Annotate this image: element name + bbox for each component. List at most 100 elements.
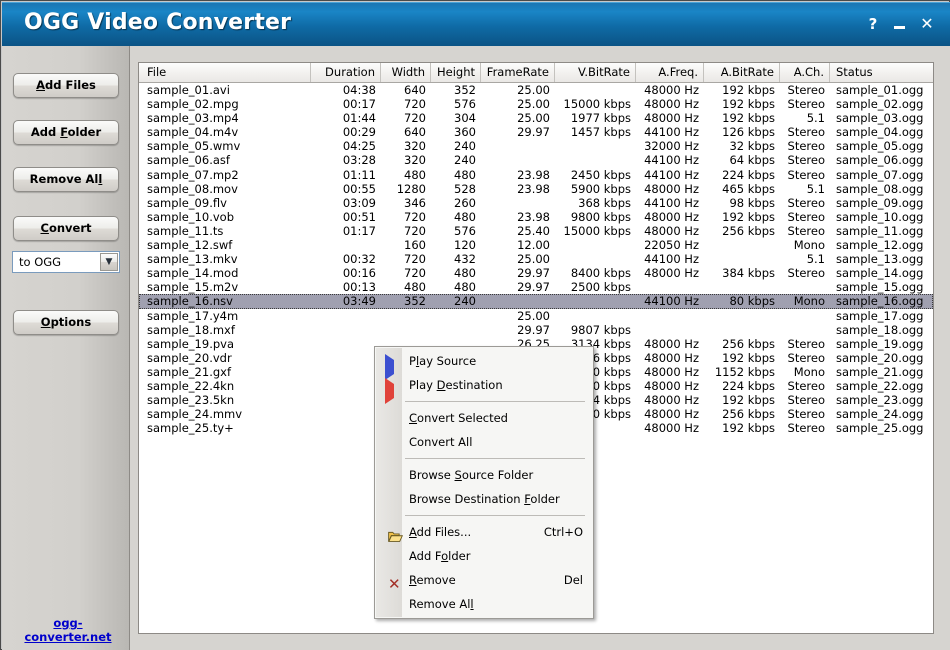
add-folder-button[interactable]: Add Folder xyxy=(13,120,119,145)
cell-height: 352 xyxy=(431,83,481,97)
title-bar: OGG Video Converter ? ✕ xyxy=(2,2,950,47)
menu-item-remove-all[interactable]: Remove All xyxy=(375,592,593,616)
context-menu[interactable]: Play SourcePlay Destination Convert Selec… xyxy=(374,346,594,619)
cell-status: sample_10.ogg xyxy=(830,210,934,224)
column-header-status[interactable]: Status xyxy=(830,63,934,82)
column-header-afreq[interactable]: A.Freq. xyxy=(636,63,704,82)
cell-file: sample_01.avi xyxy=(141,83,311,97)
cell-duration: 00:29 xyxy=(311,125,381,139)
table-row[interactable]: sample_10.vob00:5172048023.989800 kbps48… xyxy=(139,210,933,224)
table-row[interactable]: sample_09.flv03:09346260368 kbps44100 Hz… xyxy=(139,196,933,210)
table-row[interactable]: sample_14.mod00:1672048029.978400 kbps48… xyxy=(139,266,933,280)
cell-vbitrate: 1457 kbps xyxy=(555,125,636,139)
output-format-select[interactable]: to OGG ▼ xyxy=(12,251,120,273)
minimize-button[interactable] xyxy=(888,14,910,34)
column-header-height[interactable]: Height xyxy=(431,63,481,82)
cell-framerate: 25.00 xyxy=(481,309,555,323)
chevron-down-icon[interactable]: ▼ xyxy=(100,253,118,271)
remove-all-button[interactable]: Remove All xyxy=(13,167,119,192)
menu-item-accel: A xyxy=(409,525,417,539)
column-header-vbitrate[interactable]: V.BitRate xyxy=(555,63,636,82)
menu-item-browse-destination-folder[interactable]: Browse Destination Folder xyxy=(375,487,593,511)
column-header-duration[interactable]: Duration xyxy=(311,63,381,82)
cell-status: sample_21.ogg xyxy=(830,365,934,379)
cell-duration: 00:17 xyxy=(311,97,381,111)
cell-duration: 00:55 xyxy=(311,182,381,196)
table-row[interactable]: sample_17.y4m25.00sample_17.ogg xyxy=(139,309,933,323)
cell-duration xyxy=(311,393,381,407)
menu-item-accel: S xyxy=(455,468,462,482)
menu-item-convert-selected[interactable]: Convert Selected xyxy=(375,406,593,430)
table-row[interactable]: sample_03.mp401:4472030425.001977 kbps48… xyxy=(139,111,933,125)
menu-item-label-after: ay Source xyxy=(419,354,476,368)
table-row[interactable]: sample_05.wmv04:2532024032000 Hz32 kbpsS… xyxy=(139,139,933,153)
options-button[interactable]: Options xyxy=(13,310,119,335)
cell-abitrate: 256 kbps xyxy=(704,407,780,421)
cell-ach: 5.1 xyxy=(780,182,830,196)
menu-item-add-folder[interactable]: Add Folder xyxy=(375,544,593,568)
menu-item-add-files[interactable]: Add Files...Ctrl+O xyxy=(375,520,593,544)
table-row[interactable]: sample_07.mp201:1148048023.982450 kbps44… xyxy=(139,168,933,182)
table-row[interactable]: sample_16.nsv03:4935224044100 Hz80 kbpsM… xyxy=(139,294,933,308)
table-row[interactable]: sample_18.mxf29.979807 kbpssample_18.ogg xyxy=(139,323,933,337)
cell-width: 720 xyxy=(381,266,431,280)
cell-vbitrate xyxy=(555,153,636,167)
add-folder-label-after: older xyxy=(68,125,102,139)
cell-file: sample_10.vob xyxy=(141,210,311,224)
menu-item-browse-source-folder[interactable]: Browse Source Folder xyxy=(375,463,593,487)
site-link[interactable]: ogg-converter.net xyxy=(13,616,123,644)
cell-afreq: 44100 Hz xyxy=(636,196,704,210)
cell-file: sample_15.m2v xyxy=(141,280,311,294)
cell-status: sample_14.ogg xyxy=(830,266,934,280)
remove-x-icon: ✕ xyxy=(383,574,397,587)
cell-file: sample_20.vdr xyxy=(141,351,311,365)
cell-abitrate: 256 kbps xyxy=(704,224,780,238)
menu-item-remove[interactable]: ✕RemoveDel xyxy=(375,568,593,592)
table-row[interactable]: sample_11.ts01:1772057625.4015000 kbps48… xyxy=(139,224,933,238)
cell-duration: 03:28 xyxy=(311,153,381,167)
table-row[interactable]: sample_04.m4v00:2964036029.971457 kbps44… xyxy=(139,125,933,139)
cell-width: 480 xyxy=(381,168,431,182)
menu-item-label-before: P xyxy=(409,354,416,368)
table-row[interactable]: sample_06.asf03:2832024044100 Hz64 kbpsS… xyxy=(139,153,933,167)
menu-item-play-destination[interactable]: Play Destination xyxy=(375,373,593,397)
cell-file: sample_02.mpg xyxy=(141,97,311,111)
cell-vbitrate: 5900 kbps xyxy=(555,182,636,196)
menu-item-label-after: emove xyxy=(416,573,455,587)
column-header-file[interactable]: File xyxy=(141,63,311,82)
table-row[interactable]: sample_02.mpg00:1772057625.0015000 kbps4… xyxy=(139,97,933,111)
cell-framerate xyxy=(481,139,555,153)
cell-width: 640 xyxy=(381,83,431,97)
help-button[interactable]: ? xyxy=(862,14,884,34)
table-row[interactable]: sample_15.m2v00:1348048029.972500 kbpssa… xyxy=(139,280,933,294)
close-button[interactable]: ✕ xyxy=(916,14,938,34)
cell-afreq: 44100 Hz xyxy=(636,125,704,139)
cell-height: 480 xyxy=(431,210,481,224)
cell-framerate: 23.98 xyxy=(481,182,555,196)
cell-framerate: 29.97 xyxy=(481,323,555,337)
table-row[interactable]: sample_13.mkv00:3272043225.0044100 Hz5.1… xyxy=(139,252,933,266)
cell-vbitrate: 368 kbps xyxy=(555,196,636,210)
column-header-abitrate[interactable]: A.BitRate xyxy=(704,63,780,82)
cell-vbitrate: 9800 kbps xyxy=(555,210,636,224)
menu-item-label-before: Add F xyxy=(409,549,441,563)
table-row[interactable]: sample_01.avi04:3864035225.0048000 Hz192… xyxy=(139,83,933,97)
file-list-header: FileDurationWidthHeightFrameRateV.BitRat… xyxy=(139,63,933,83)
table-row[interactable]: sample_12.swf16012012.0022050 HzMonosamp… xyxy=(139,238,933,252)
cell-file: sample_22.4kn xyxy=(141,379,311,393)
convert-button[interactable]: Convert xyxy=(13,216,119,241)
column-header-width[interactable]: Width xyxy=(381,63,431,82)
menu-item-convert-all[interactable]: Convert All xyxy=(375,430,593,454)
cell-ach: 5.1 xyxy=(780,111,830,125)
cell-afreq: 32000 Hz xyxy=(636,139,704,153)
menu-item-label-after: onvert Selected xyxy=(417,411,508,425)
cell-abitrate: 64 kbps xyxy=(704,153,780,167)
cell-status: sample_12.ogg xyxy=(830,238,934,252)
column-header-ach[interactable]: A.Ch. xyxy=(780,63,830,82)
menu-item-play-source[interactable]: Play Source xyxy=(375,349,593,373)
table-row[interactable]: sample_08.mov00:55128052823.985900 kbps4… xyxy=(139,182,933,196)
column-header-framerate[interactable]: FrameRate xyxy=(481,63,555,82)
cell-framerate: 23.98 xyxy=(481,168,555,182)
add-files-button[interactable]: Add Files xyxy=(13,73,119,98)
cell-height: 240 xyxy=(431,153,481,167)
